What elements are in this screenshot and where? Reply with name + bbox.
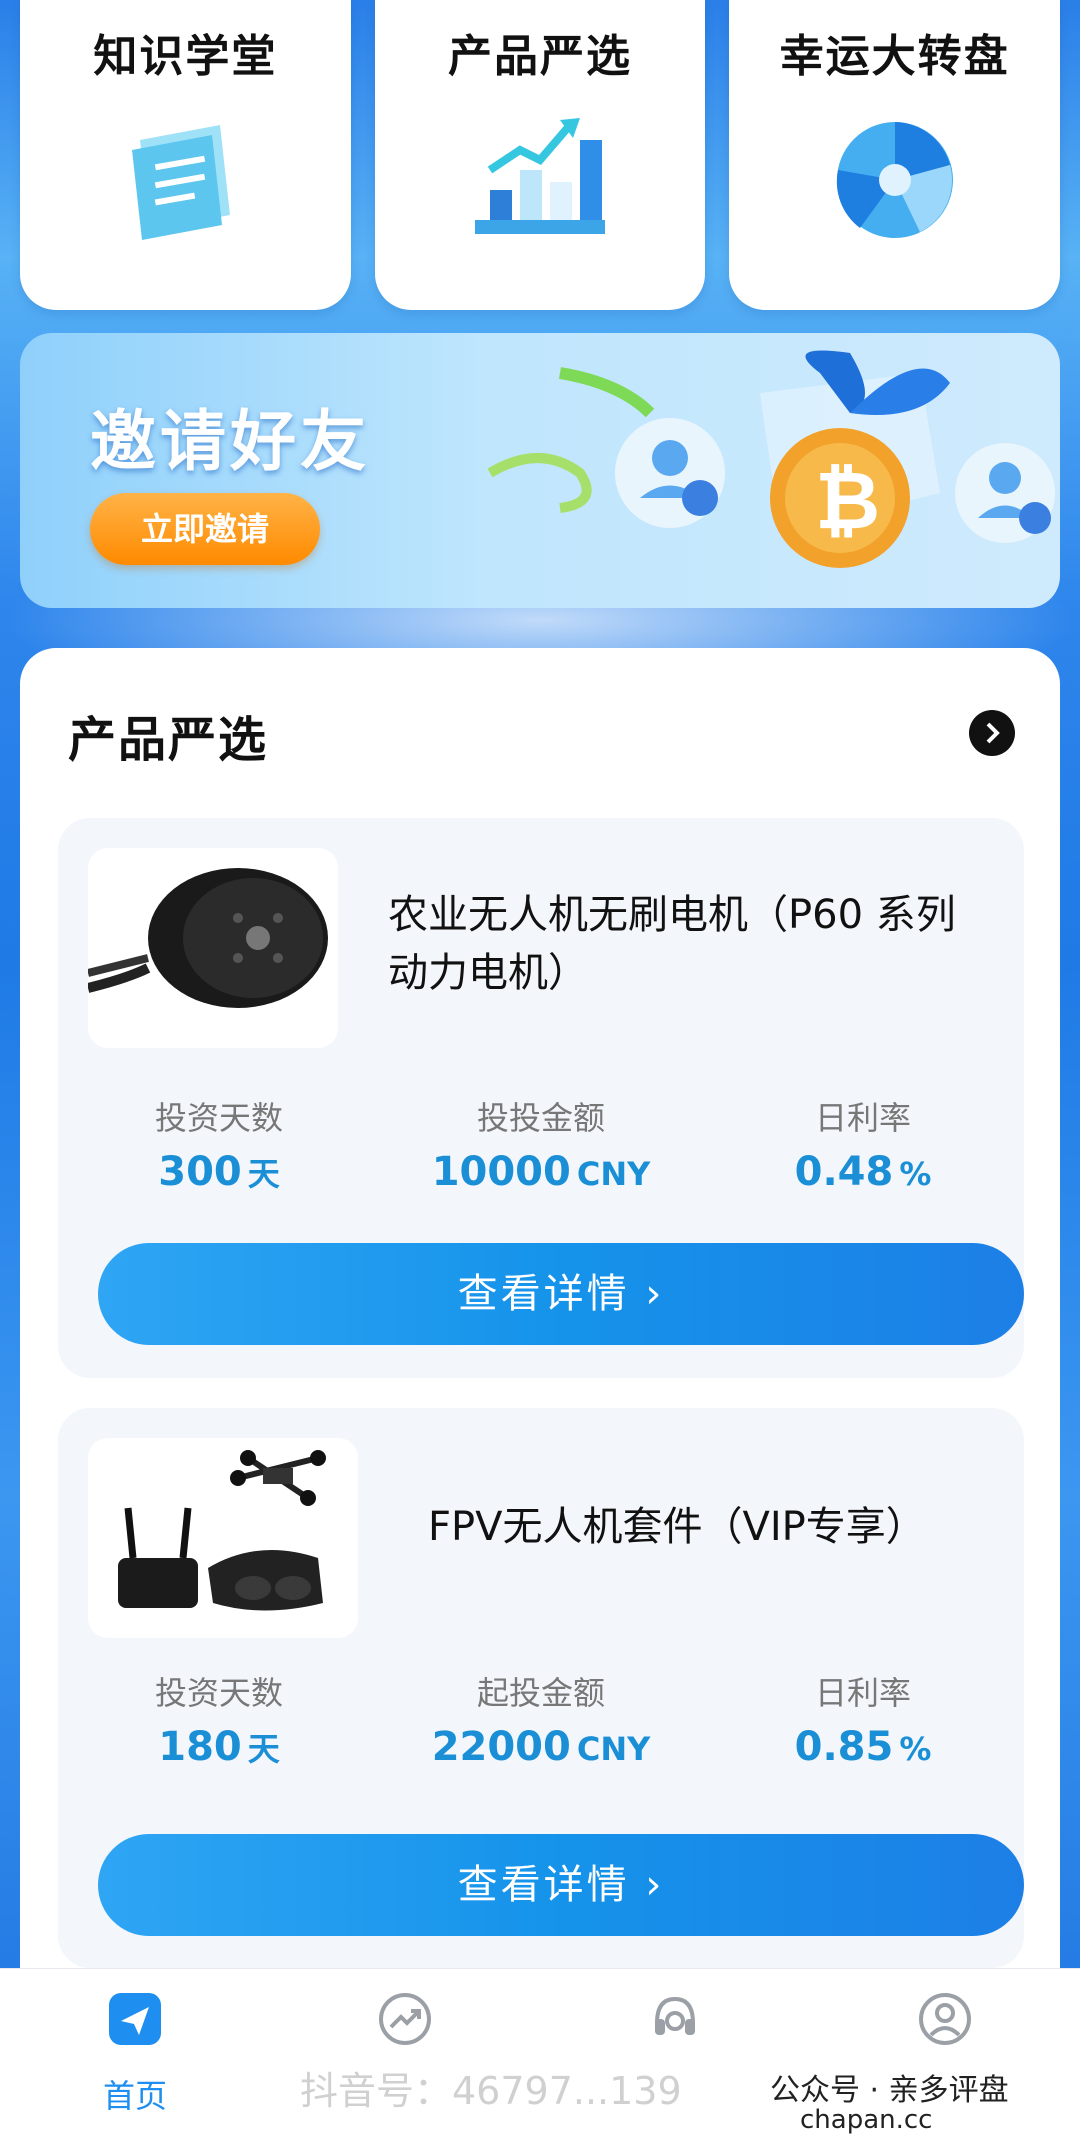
wheel-icon bbox=[836, 122, 953, 238]
headset-icon bbox=[655, 1996, 695, 2035]
fpv-drone-kit-image bbox=[88, 1438, 358, 1638]
stat-unit: % bbox=[899, 1155, 932, 1193]
card-lucky-wheel[interactable]: 幸运大转盘 bbox=[729, 0, 1061, 310]
invite-friends-banner[interactable]: ₿ 邀请好友 立即邀请 bbox=[20, 333, 1060, 608]
stat-label: 起投金额 bbox=[476, 1674, 605, 1712]
stat-label: 投资天数 bbox=[154, 1099, 283, 1137]
stat-unit: 天 bbox=[247, 1155, 280, 1193]
stat-unit: 天 bbox=[247, 1730, 280, 1768]
stat-amount: 投投金额 10000 CNY bbox=[391, 1093, 691, 1195]
view-details-button[interactable]: 查看详情 › bbox=[98, 1243, 1024, 1345]
wechat-watermark: 公众号 · 亲多评盘 bbox=[770, 2073, 1009, 2108]
stat-value: 22000 bbox=[431, 1724, 571, 1770]
invite-now-button[interactable]: 立即邀请 bbox=[90, 493, 320, 565]
stat-label: 投投金额 bbox=[476, 1099, 605, 1137]
stat-value: 300 bbox=[158, 1149, 242, 1195]
card-label: 知识学堂 bbox=[93, 31, 278, 82]
card-label: 幸运大转盘 bbox=[779, 31, 1010, 82]
stat-unit: CNY bbox=[576, 1730, 651, 1768]
site-watermark: chapan.cc bbox=[800, 2105, 933, 2135]
brushless-motor-image bbox=[86, 848, 338, 1048]
card-knowledge-school[interactable]: 知识学堂 bbox=[20, 0, 351, 310]
product-panel: 产品严选 农业无人机无刷电机（P60 系列动力电机） 投资天数 300 天 投投… bbox=[20, 648, 1060, 1968]
product-name: FPV无人机套件（VIP专享） bbox=[428, 1504, 926, 1550]
stat-value: 0.85 bbox=[794, 1724, 894, 1770]
stat-amount: 起投金额 22000 CNY bbox=[391, 1668, 691, 1770]
stat-days: 投资天数 180 天 bbox=[69, 1668, 369, 1770]
product-stats: 投资天数 300 天 投投金额 10000 CNY 日利率 0.48% bbox=[58, 1093, 1024, 1195]
stat-unit: % bbox=[899, 1730, 932, 1768]
stat-unit: CNY bbox=[576, 1155, 651, 1193]
view-details-label: 查看详情 › bbox=[457, 1862, 665, 1908]
stat-label: 日利率 bbox=[814, 1674, 911, 1712]
card-label: 产品严选 bbox=[448, 31, 632, 82]
user-icon bbox=[919, 1993, 971, 2045]
stat-days: 投资天数 300 天 bbox=[69, 1093, 369, 1195]
section-title: 产品严选 bbox=[68, 712, 269, 768]
card-product-selection[interactable]: 产品严选 bbox=[374, 0, 706, 310]
stat-label: 投资天数 bbox=[154, 1674, 283, 1712]
chevron-right-icon[interactable] bbox=[969, 710, 1015, 756]
stat-value: 0.48 bbox=[794, 1149, 894, 1195]
growth-chart-icon bbox=[475, 118, 605, 234]
view-details-label: 查看详情 › bbox=[457, 1271, 665, 1317]
svg-text:₿: ₿ bbox=[815, 456, 880, 545]
product-name: 农业无人机无刷电机（P60 系列动力电机） bbox=[388, 892, 956, 996]
product-card[interactable]: 农业无人机无刷电机（P60 系列动力电机） 投资天数 300 天 投投金额 100… bbox=[58, 818, 1024, 1378]
view-details-button[interactable]: 查看详情 › bbox=[98, 1834, 1024, 1936]
tab-label: 首页 bbox=[102, 2077, 167, 2115]
stat-daily-rate: 日利率 0.85% bbox=[713, 1668, 1013, 1770]
stat-label: 日利率 bbox=[814, 1099, 911, 1137]
document-icon bbox=[132, 125, 231, 240]
stat-daily-rate: 日利率 0.48% bbox=[713, 1093, 1013, 1195]
product-card[interactable]: FPV无人机套件（VIP专享） 投资天数 180 天 起投金额 22000 CNY … bbox=[58, 1408, 1024, 1968]
stat-value: 10000 bbox=[431, 1149, 571, 1195]
stat-value: 180 bbox=[158, 1724, 242, 1770]
top-shortcuts: 知识学堂 产品严选 幸运大转盘 bbox=[20, 0, 1061, 310]
trend-icon bbox=[379, 1993, 431, 2045]
tab-home[interactable]: 首页 bbox=[0, 1969, 270, 2138]
send-icon bbox=[109, 1993, 161, 2045]
invite-title: 邀请好友 bbox=[90, 403, 370, 480]
product-stats: 投资天数 180 天 起投金额 22000 CNY 日利率 0.85% bbox=[58, 1668, 1024, 1770]
douyin-watermark: 抖音号：46797...139 bbox=[300, 2069, 682, 2113]
